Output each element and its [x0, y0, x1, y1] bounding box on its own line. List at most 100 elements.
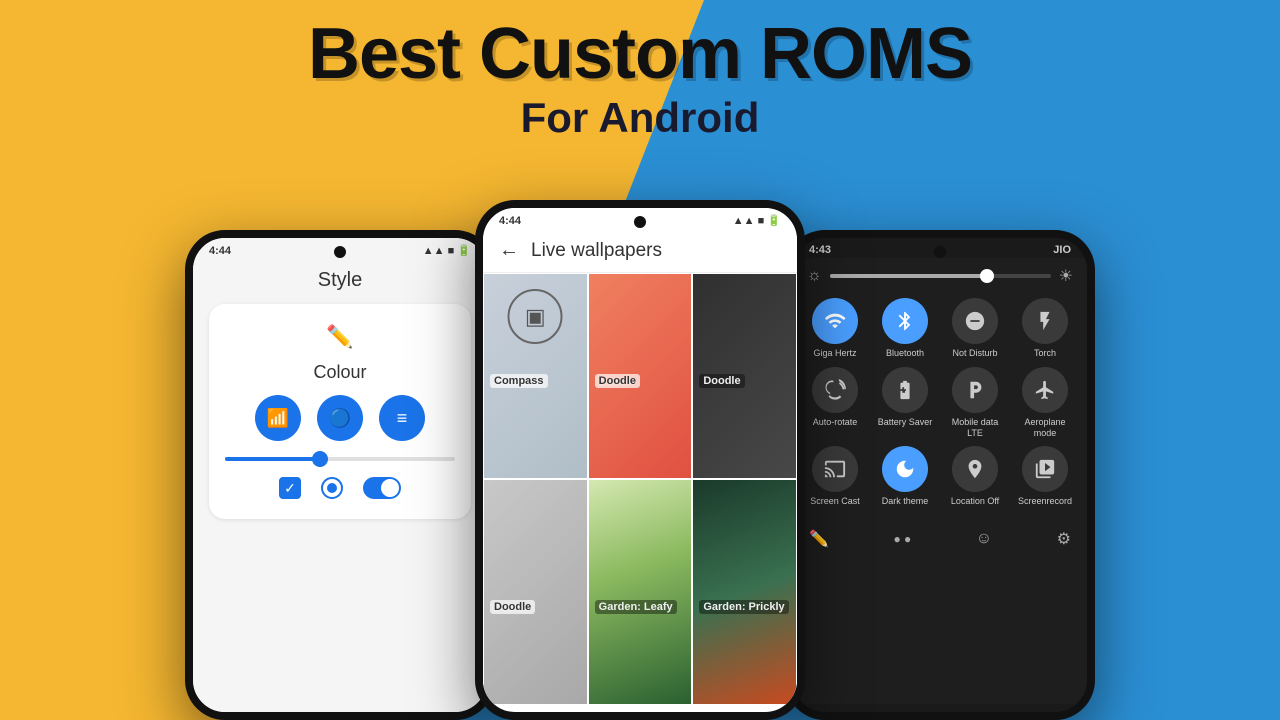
- radio-button[interactable]: [321, 477, 343, 499]
- qs-tile-dark-theme[interactable]: Dark theme: [873, 446, 937, 507]
- qs-tile-cast[interactable]: Screen Cast: [803, 446, 867, 507]
- qs-label-bluetooth: Bluetooth: [886, 348, 924, 359]
- time-left: 4:44: [209, 245, 231, 257]
- qs-tile-aeroplane[interactable]: Aeroplane mode: [1013, 367, 1077, 439]
- qs-tile-autorotate[interactable]: Auto-rotate: [803, 367, 867, 439]
- phone-right-content: ☼ ☀ Giga Hertz: [793, 258, 1087, 704]
- toggle-row: ✓: [279, 477, 401, 499]
- brightness-high-icon: ☀: [1059, 266, 1073, 286]
- wp-doodle2[interactable]: Doodle: [692, 273, 797, 479]
- qs-label-location: Location Off: [951, 496, 999, 507]
- cast-qs-icon: [812, 446, 858, 492]
- signal-center: ▲▲ ■ 🔋: [733, 214, 781, 227]
- phone-center-content: ← Live wallpapers ▣ Compass Doodle: [483, 229, 797, 705]
- title-area: Best Custom ROMS For Android: [0, 18, 1280, 142]
- slider-thumb: [312, 451, 328, 467]
- lw-title: Live wallpapers: [531, 240, 662, 262]
- wp-compass-label: Compass: [490, 374, 548, 388]
- dnd-qs-icon: [952, 298, 998, 344]
- qs-tile-battery-saver[interactable]: Battery Saver: [873, 367, 937, 439]
- qs-tile-bluetooth[interactable]: Bluetooth: [873, 298, 937, 359]
- pencil-icon: ✏️: [326, 324, 353, 350]
- title-line2: For Android: [0, 94, 1280, 142]
- plane-qs-icon: [1022, 367, 1068, 413]
- style-card: ✏️ Colour 📶 🔵 ≡: [209, 304, 471, 519]
- qs-label-dnd: Not Disturb: [952, 348, 997, 359]
- toggle-switch[interactable]: [363, 477, 401, 499]
- qs-brightness-slider[interactable]: [830, 274, 1051, 278]
- menu-icon-circle: ≡: [379, 395, 425, 441]
- qs-tile-torch[interactable]: Torch: [1013, 298, 1077, 359]
- qs-label-dark-theme: Dark theme: [882, 496, 929, 507]
- wp-compass[interactable]: ▣ Compass: [483, 273, 588, 479]
- data-qs-icon: [952, 367, 998, 413]
- face-icon[interactable]: ☺: [976, 530, 992, 548]
- style-slider[interactable]: [225, 457, 455, 461]
- phone-left: 4:44 ▲▲ ■ 🔋 Style ✏️ Colour 📶 🔵 ≡: [185, 230, 495, 720]
- qs-tile-mobile-data[interactable]: Mobile data LTE: [943, 367, 1007, 439]
- wallpaper-grid: ▣ Compass Doodle Doodle: [483, 273, 797, 705]
- back-button[interactable]: ←: [499, 239, 519, 262]
- toggle-knob: [381, 479, 399, 497]
- phone-left-content: Style ✏️ Colour 📶 🔵 ≡: [193, 259, 487, 705]
- wp-garden-leafy-img: Garden: Leafy: [589, 480, 692, 620]
- notch-left: [334, 246, 346, 258]
- wifi-icon-circle: 📶: [255, 395, 301, 441]
- torch-qs-icon: [1022, 298, 1068, 344]
- qs-tile-screenrecord[interactable]: Screenrecord: [1013, 446, 1077, 507]
- qs-label-cast: Screen Cast: [810, 496, 860, 507]
- screenrecord-qs-icon: [1022, 446, 1068, 492]
- qs-label-battery-saver: Battery Saver: [878, 417, 933, 428]
- rotate-qs-icon: [812, 367, 858, 413]
- dots-bottom: ● ●: [893, 532, 911, 546]
- nav-right-arrow[interactable]: ›: [461, 715, 467, 720]
- qs-bottom-bar: ✏️ ● ● ☺ ⚙: [793, 519, 1087, 559]
- qs-label-mobile-data: Mobile data LTE: [943, 417, 1007, 439]
- wp-garden-leafy-label: Garden: Leafy: [595, 600, 677, 614]
- location-qs-icon: [952, 446, 998, 492]
- phone-left-nav: ‹ ›: [193, 705, 487, 720]
- checkbox[interactable]: ✓: [279, 477, 301, 499]
- wp-doodle2-label: Doodle: [699, 374, 744, 388]
- carrier-right: JIO: [1053, 244, 1071, 256]
- notch-center: [634, 216, 646, 228]
- slider-fill: [225, 457, 317, 461]
- settings-icon[interactable]: ⚙: [1057, 529, 1071, 549]
- qs-tile-location[interactable]: Location Off: [943, 446, 1007, 507]
- qs-grid-row3: Screen Cast Dark theme Location Off: [793, 442, 1087, 511]
- qs-label-screenrecord: Screenrecord: [1018, 496, 1072, 507]
- menu-icon: ≡: [397, 408, 408, 429]
- bluetooth-qs-icon: [882, 298, 928, 344]
- qs-label-giga-hertz: Giga Hertz: [813, 348, 856, 359]
- wifi-qs-icon: [812, 298, 858, 344]
- icon-row: 📶 🔵 ≡: [255, 395, 425, 441]
- qs-grid-row2: Auto-rotate Battery Saver Mobile data LT…: [793, 363, 1087, 443]
- wp-doodle1-label: Doodle: [595, 374, 640, 388]
- radio-dot: [327, 483, 337, 493]
- time-right: 4:43: [809, 244, 831, 256]
- wp-doodle3[interactable]: Doodle: [483, 479, 588, 705]
- wifi-icon: 📶: [267, 408, 289, 429]
- wp-garden-leafy[interactable]: Garden: Leafy: [588, 479, 693, 705]
- qs-tile-dnd[interactable]: Not Disturb: [943, 298, 1007, 359]
- style-card-label: Colour: [313, 362, 366, 383]
- wp-garden-prickly[interactable]: Garden: Prickly: [692, 479, 797, 705]
- lw-header: ← Live wallpapers: [483, 229, 797, 273]
- wp-doodle3-img: Doodle: [484, 480, 587, 620]
- wp-doodle3-label: Doodle: [490, 600, 535, 614]
- pencil-bottom-icon[interactable]: ✏️: [809, 529, 829, 549]
- qs-tile-giga-hertz[interactable]: Giga Hertz: [803, 298, 867, 359]
- phone-center: 4:44 ▲▲ ■ 🔋 ← Live wallpapers ▣ Compass …: [475, 200, 805, 720]
- phone-right: 4:43 JIO ☼ ☀ Giga Hertz: [785, 230, 1095, 720]
- wp-doodle2-img: Doodle: [693, 274, 796, 394]
- qs-label-aeroplane: Aeroplane mode: [1013, 417, 1077, 439]
- brightness-low-icon: ☼: [807, 267, 822, 285]
- nav-left-arrow[interactable]: ‹: [213, 715, 219, 720]
- wp-doodle1[interactable]: Doodle: [588, 273, 693, 479]
- phones-row: 4:44 ▲▲ ■ 🔋 Style ✏️ Colour 📶 🔵 ≡: [0, 200, 1280, 720]
- title-line1: Best Custom ROMS: [0, 18, 1280, 90]
- bluetooth-icon: 🔵: [329, 408, 351, 429]
- qs-brightness-thumb: [980, 269, 994, 283]
- time-center: 4:44: [499, 215, 521, 227]
- qs-label-autorotate: Auto-rotate: [813, 417, 858, 428]
